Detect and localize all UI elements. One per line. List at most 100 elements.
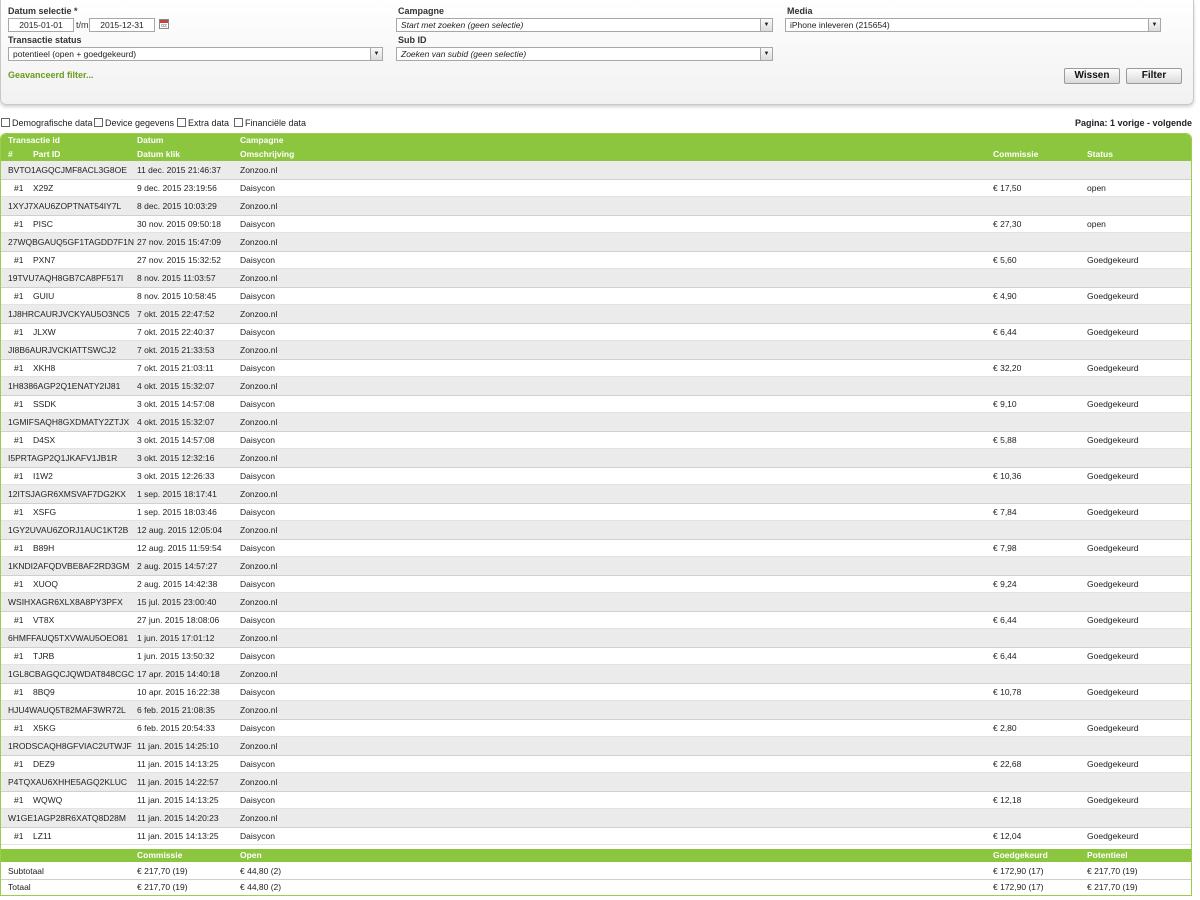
status: Goedgekeurd — [1087, 327, 1139, 337]
chevron-down-icon[interactable]: ▼ — [760, 48, 772, 60]
summary-header-commissie: Commissie — [137, 850, 183, 860]
part-line: #1 PXN7 27 nov. 2015 15:32:52 Daisycon € 5,6… — [1, 251, 1191, 269]
device-data-option[interactable]: Device gegevens — [94, 118, 174, 128]
commission: € 12,18 — [993, 795, 1022, 805]
part-id: SSDK — [33, 399, 57, 409]
row-number: #1 — [14, 831, 24, 841]
transaction-date: 12 aug. 2015 12:05:04 — [137, 525, 223, 535]
date-to-input[interactable]: 2015-12-31 — [89, 18, 155, 32]
part-line: #1 WQWQ 11 jan. 2015 14:13:25 Daisycon € 12,… — [1, 791, 1191, 809]
description: Daisycon — [240, 687, 275, 697]
status: Goedgekeurd — [1087, 471, 1139, 481]
checkbox[interactable] — [234, 118, 243, 127]
subtotal-commissie: € 217,70 (19) — [137, 866, 188, 876]
row-number: #1 — [14, 687, 24, 697]
financial-data-option[interactable]: Financiële data — [234, 118, 306, 128]
status: Goedgekeurd — [1087, 615, 1139, 625]
extra-data-option[interactable]: Extra data — [177, 118, 229, 128]
financial-data-label: Financiële data — [245, 118, 307, 128]
click-date: 7 okt. 2015 22:40:37 — [137, 327, 215, 337]
transaction-date: 11 dec. 2015 21:46:37 — [137, 165, 221, 175]
transaction-line: I5PRTAGP2Q1JKAFV1JB1R 3 okt. 2015 12:32:1… — [1, 449, 1191, 467]
click-date: 3 okt. 2015 12:26:33 — [137, 471, 215, 481]
transaction-rows: BVTO1AGQCJMF8ACL3G8OE 11 dec. 2015 21:46:… — [1, 161, 1191, 845]
row-number: #1 — [14, 543, 24, 553]
transaction-id: P4TQXAU6XHHE5AGQ2KLUC — [8, 777, 128, 787]
part-line: #1 8BQ9 10 apr. 2015 16:22:38 Daisycon € 10,… — [1, 683, 1191, 701]
part-line: #1 XUOQ 2 aug. 2015 14:42:38 Daisycon € 9,24… — [1, 575, 1191, 593]
header-status: Status — [1087, 149, 1113, 159]
subtotal-label: Subtotaal — [8, 866, 44, 876]
media-select[interactable]: iPhone inleveren (215654) ▼ — [785, 18, 1161, 32]
description: Daisycon — [240, 327, 275, 337]
checkbox[interactable] — [177, 118, 186, 127]
checkbox[interactable] — [1, 118, 10, 127]
status: Goedgekeurd — [1087, 579, 1139, 589]
filter-button[interactable]: Filter — [1126, 68, 1182, 84]
row-number: #1 — [14, 291, 24, 301]
campaign-name: Zonzoo.nl — [240, 561, 278, 571]
advanced-filter-link[interactable]: Geavanceerd filter... — [8, 70, 94, 80]
total-row: Totaal € 217,70 (19) € 44,80 (2) € 172,9… — [1, 879, 1191, 895]
checkbox[interactable] — [94, 118, 103, 127]
part-line: #1 SSDK 3 okt. 2015 14:57:08 Daisycon € 9,10… — [1, 395, 1191, 413]
transaction-date: 6 feb. 2015 21:08:35 — [137, 705, 215, 715]
campaign-name: Zonzoo.nl — [240, 777, 278, 787]
calendar-icon[interactable] — [159, 19, 169, 29]
part-line: #1 TJRB 1 jun. 2015 13:50:32 Daisycon € 6,44… — [1, 647, 1191, 665]
pagination[interactable]: Pagina: 1 vorige - volgende — [1075, 118, 1192, 128]
status: Goedgekeurd — [1087, 723, 1139, 733]
description: Daisycon — [240, 759, 275, 769]
total-potentieel: € 217,70 (19) — [1087, 882, 1138, 892]
media-value: iPhone inleveren (215654) — [790, 20, 890, 30]
transaction-id: 12ITSJAGR6XMSVAF7DG2KX — [8, 489, 126, 499]
transaction-line: 1GMIFSAQH8GXDMATY2ZTJX 4 okt. 2015 15:32:… — [1, 413, 1191, 431]
part-line: #1 I1W2 3 okt. 2015 12:26:33 Daisycon € 10,3… — [1, 467, 1191, 485]
transaction-line: HJU4WAUQ5T82MAF3WR72L 6 feb. 2015 21:08:3… — [1, 701, 1191, 719]
chevron-down-icon[interactable]: ▼ — [1148, 19, 1160, 31]
campaign-name: Zonzoo.nl — [240, 705, 278, 715]
transaction-date: 11 jan. 2015 14:20:23 — [137, 813, 219, 823]
subtotal-goedgekeurd: € 172,90 (17) — [993, 866, 1044, 876]
commission: € 10,78 — [993, 687, 1022, 697]
total-goedgekeurd: € 172,90 (17) — [993, 882, 1044, 892]
table-row: 1GY2UVAU6ZORJ1AUC1KT2B 12 aug. 2015 12:05… — [1, 521, 1191, 557]
row-number: #1 — [14, 579, 24, 589]
transaction-status-value: potentieel (open + goedgekeurd) — [13, 49, 137, 59]
header-datum: Datum — [137, 135, 164, 145]
part-id: PXN7 — [33, 255, 56, 265]
transaction-status-select[interactable]: potentieel (open + goedgekeurd) ▼ — [8, 47, 383, 61]
date-from-input[interactable]: 2015-01-01 — [8, 18, 74, 32]
campaign-name: Zonzoo.nl — [240, 417, 278, 427]
click-date: 9 dec. 2015 23:19:56 — [137, 183, 217, 193]
description: Daisycon — [240, 219, 275, 229]
campaign-search-placeholder: Start met zoeken (geen selectie) — [401, 20, 524, 30]
transaction-line: JI8B6AURJVCKIATTSWCJ2 7 okt. 2015 21:33:5… — [1, 341, 1191, 359]
campaign-name: Zonzoo.nl — [240, 237, 278, 247]
subid-search-select[interactable]: Zoeken van subid (geen selectie) ▼ — [396, 47, 773, 61]
part-id: D4SX — [33, 435, 56, 445]
table-row: JI8B6AURJVCKIATTSWCJ2 7 okt. 2015 21:33:5… — [1, 341, 1191, 377]
campaign-search-select[interactable]: Start met zoeken (geen selectie) ▼ — [396, 18, 773, 32]
transaction-id: 1KNDI2AFQDVBE8AF2RD3GM — [8, 561, 130, 571]
filter-panel: Datum selectie * 2015-01-01 t/m 2015-12-… — [0, 0, 1194, 105]
row-number: #1 — [14, 363, 24, 373]
commission: € 5,88 — [993, 435, 1017, 445]
total-open: € 44,80 (2) — [240, 882, 282, 892]
campaign-name: Zonzoo.nl — [240, 453, 278, 463]
click-date: 3 okt. 2015 14:57:08 — [137, 435, 215, 445]
demographic-data-option[interactable]: Demografische data — [1, 118, 93, 128]
status: Goedgekeurd — [1087, 255, 1139, 265]
row-number: #1 — [14, 183, 24, 193]
campaign-name: Zonzoo.nl — [240, 273, 278, 283]
chevron-down-icon[interactable]: ▼ — [370, 48, 382, 60]
campaign-name: Zonzoo.nl — [240, 309, 278, 319]
campaign-label: Campagne — [398, 6, 445, 16]
part-id: VT8X — [33, 615, 55, 625]
chevron-down-icon[interactable]: ▼ — [760, 19, 772, 31]
total-label: Totaal — [8, 882, 31, 892]
clear-button[interactable]: Wissen — [1064, 68, 1120, 84]
transaction-line: 6HMFFAUQ5TXVWAU5OEO81 1 jun. 2015 17:01:1… — [1, 629, 1191, 647]
part-id: B89H — [33, 543, 55, 553]
description: Daisycon — [240, 291, 275, 301]
